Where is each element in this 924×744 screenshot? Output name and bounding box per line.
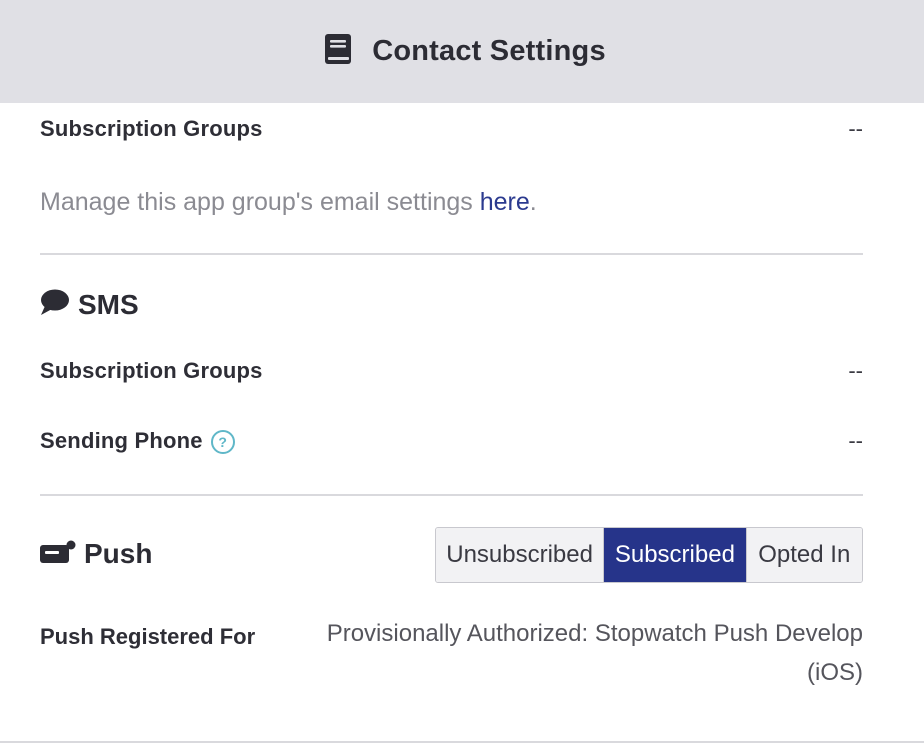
push-state-toggle: Unsubscribed Subscribed Opted In xyxy=(435,527,863,583)
email-settings-note: Manage this app group's email settings h… xyxy=(40,188,537,217)
sms-subscription-groups-label: Subscription Groups xyxy=(40,358,263,383)
push-title: Push xyxy=(84,538,153,569)
email-subscription-groups-label: Subscription Groups xyxy=(40,116,263,141)
email-settings-link[interactable]: here xyxy=(480,188,530,216)
push-notification-icon xyxy=(40,540,76,569)
email-note-suffix: . xyxy=(529,188,537,216)
email-subscription-groups-value: -- xyxy=(848,116,863,141)
help-icon[interactable]: ? xyxy=(210,430,235,455)
divider xyxy=(40,253,863,255)
unsubscribed-button[interactable]: Unsubscribed xyxy=(436,528,605,582)
opted-in-button[interactable]: Opted In xyxy=(746,528,862,582)
sending-phone-value: -- xyxy=(848,428,863,454)
sms-subscription-groups-row: Subscription Groups -- xyxy=(40,358,863,384)
sending-phone-label: Sending Phone xyxy=(40,428,203,453)
sending-phone-row: Sending Phone? -- xyxy=(40,428,863,455)
email-subscription-groups-row: Subscription Groups -- xyxy=(40,116,863,142)
subscribed-button[interactable]: Subscribed xyxy=(604,528,747,582)
page-header: Contact Settings xyxy=(0,0,924,103)
divider xyxy=(0,741,924,743)
page-title: Contact Settings xyxy=(372,35,606,67)
push-registered-value: Provisionally Authorized: Stopwatch Push… xyxy=(273,614,863,692)
email-note-prefix: Manage this app group's email settings xyxy=(40,188,480,216)
sending-phone-label-wrap: Sending Phone? xyxy=(40,428,235,455)
push-registered-label: Push Registered For xyxy=(40,624,256,649)
sms-section-title: SMS xyxy=(40,288,139,321)
push-registered-value-line2: (iOS) xyxy=(807,659,863,686)
book-icon xyxy=(324,33,352,70)
sms-subscription-groups-value: -- xyxy=(848,358,863,383)
sms-title: SMS xyxy=(78,288,139,320)
push-section-title: Push xyxy=(40,538,152,570)
chat-bubble-icon xyxy=(40,288,70,321)
push-registered-value-line1: Provisionally Authorized: Stopwatch Push… xyxy=(326,620,863,647)
divider xyxy=(40,494,863,496)
